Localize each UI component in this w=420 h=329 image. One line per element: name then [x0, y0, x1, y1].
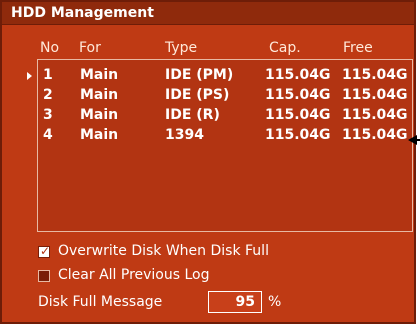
percent-unit: % [268, 294, 282, 310]
disk-free: 115.04G [342, 127, 408, 143]
disk-no: 3 [43, 107, 53, 123]
column-header-no: No [40, 40, 60, 56]
table-row[interactable]: 4 Main 1394 115.04G 115.04G [38, 125, 412, 145]
checkmark-icon: ✓ [40, 244, 51, 258]
disk-capacity: 115.04G [265, 127, 331, 143]
disk-capacity: 115.04G [265, 107, 331, 123]
disk-for: Main [80, 87, 119, 103]
column-header-type: Type [165, 40, 198, 56]
overwrite-label: Overwrite Disk When Disk Full [58, 243, 269, 259]
title-bar: HDD Management [2, 2, 414, 25]
table-row[interactable]: 3 Main IDE (R) 115.04G 115.04G [38, 105, 412, 125]
hdd-management-dialog: HDD Management No For Type Cap. Free 1 M… [0, 0, 416, 324]
disk-for: Main [80, 107, 119, 123]
disk-no: 4 [43, 127, 53, 143]
disk-type: 1394 [165, 127, 204, 143]
pointer-arrow-shaft [414, 139, 420, 141]
disk-free: 115.04G [342, 67, 408, 83]
disk-type: IDE (PS) [165, 87, 230, 103]
disk-for: Main [80, 67, 119, 83]
disk-capacity: 115.04G [265, 87, 331, 103]
disk-free: 115.04G [342, 87, 408, 103]
column-header-cap: Cap. [269, 40, 301, 56]
overwrite-checkbox[interactable]: ✓ [38, 244, 51, 258]
disk-full-percent-input[interactable]: 95 [208, 291, 262, 313]
table-row[interactable]: 1 Main IDE (PM) 115.04G 115.04G [38, 65, 412, 85]
disk-free: 115.04G [342, 107, 408, 123]
disk-capacity: 115.04G [265, 67, 331, 83]
selection-arrow-icon [27, 72, 32, 80]
disk-no: 1 [43, 67, 53, 83]
window-title: HDD Management [11, 5, 154, 21]
disk-full-message-label: Disk Full Message [38, 294, 163, 310]
disk-type: IDE (R) [165, 107, 220, 123]
table-row[interactable]: 2 Main IDE (PS) 115.04G 115.04G [38, 85, 412, 105]
disk-for: Main [80, 127, 119, 143]
column-header-for: For [79, 40, 101, 56]
disk-type: IDE (PM) [165, 67, 234, 83]
disk-list[interactable]: 1 Main IDE (PM) 115.04G 115.04G 2 Main I… [37, 59, 413, 232]
clear-log-checkbox[interactable] [38, 270, 50, 282]
column-header-free: Free [343, 40, 373, 56]
disk-no: 2 [43, 87, 53, 103]
disk-full-percent-value: 95 [235, 294, 255, 310]
clear-log-label: Clear All Previous Log [58, 267, 210, 283]
